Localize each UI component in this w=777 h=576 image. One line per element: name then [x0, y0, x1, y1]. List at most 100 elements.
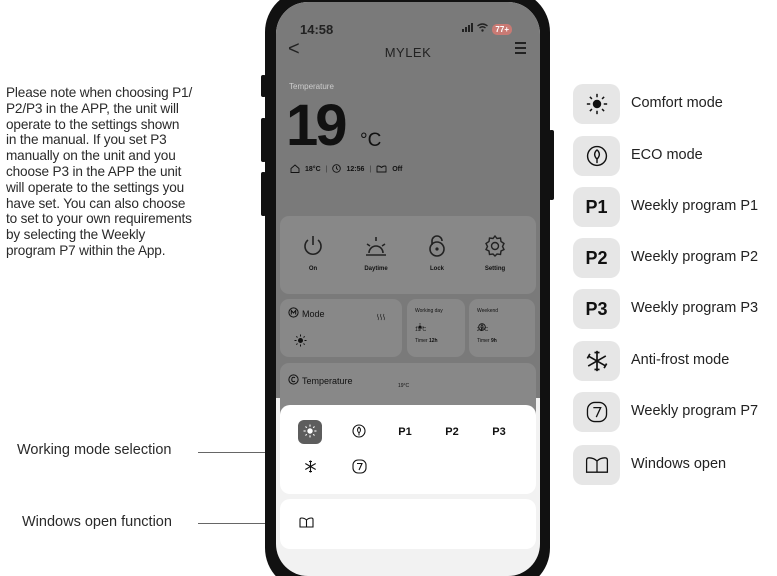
lock-control[interactable]: Lock	[412, 234, 462, 272]
phone-side-button	[549, 130, 554, 200]
temperature-card-value: 19°C	[398, 383, 410, 389]
legend-label: ECO mode	[631, 147, 703, 163]
seven-icon	[573, 392, 620, 432]
lock-icon	[412, 234, 462, 258]
weekend-temp: 21°C	[477, 327, 489, 333]
weekend-title: Weekend	[477, 308, 499, 314]
legend-label: Weekly program P1	[631, 198, 759, 214]
note-line: by selecting the Weekly	[6, 227, 146, 243]
legend-p7: Weekly program P7	[573, 392, 773, 432]
sun-icon	[303, 424, 317, 441]
note-line: in the manual. If you set P3	[6, 132, 167, 148]
p1-icon: P1	[573, 187, 620, 227]
working-day-timer: Timer 12h	[415, 338, 438, 345]
windows-open-button[interactable]	[294, 512, 318, 536]
weekend-card[interactable]: Weekend 21°C Timer 9h	[469, 299, 535, 357]
phone-side-button	[261, 172, 266, 216]
daytime-control[interactable]: Daytime	[351, 234, 401, 272]
p2-icon: P2	[573, 238, 620, 278]
legend-label: Weekly program P3	[631, 300, 759, 316]
p3-icon: P3	[573, 289, 620, 329]
timer-value: 12h	[428, 338, 438, 344]
legend-label: Weekly program P2	[631, 249, 759, 265]
sun-icon	[294, 334, 307, 352]
note-line: Please note when choosing P1/	[6, 85, 193, 100]
note-line: to set to your own requirements	[6, 211, 192, 227]
p3-mode-button[interactable]: P3	[487, 420, 511, 444]
eco-mode-button[interactable]	[347, 420, 371, 444]
note-line: operate to the settings shown	[6, 116, 180, 132]
gear-icon	[470, 234, 520, 258]
callout-windows-open: Windows open function	[22, 514, 172, 530]
temperature-card-label: Temperature	[302, 375, 353, 386]
timer-value: 9h	[490, 338, 497, 344]
app-screen: 14:58 77+ < MYLEK Temperature 19 °C 18°C…	[276, 2, 540, 576]
legend-p3: P3 Weekly program P3	[573, 289, 773, 329]
home-icon	[290, 164, 300, 175]
mode-selection-panel: P1 P2 P3	[280, 405, 536, 494]
mode-card[interactable]: Mode	[280, 299, 402, 357]
clock-icon	[332, 164, 342, 175]
separator: |	[369, 166, 372, 173]
signal-icon	[462, 23, 474, 35]
window-icon	[573, 445, 620, 485]
working-day-card[interactable]: Working day 19°C Timer 12h	[407, 299, 465, 357]
info-row: 18°C | 12:56 | Off	[290, 164, 402, 175]
window-status: Off	[392, 166, 403, 173]
room-temperature: 18°C	[305, 166, 321, 173]
snowflake-icon	[304, 460, 317, 476]
p2-mode-button[interactable]: P2	[440, 420, 464, 444]
p1-mode-button[interactable]: P1	[393, 420, 417, 444]
leaf-icon	[352, 423, 366, 441]
temperature-card-title: Temperature	[288, 374, 353, 387]
mode-title: Mode	[288, 307, 325, 320]
app-title: MYLEK	[384, 45, 432, 60]
battery-icon: 77+	[492, 23, 512, 35]
timer-label: Timer	[477, 338, 490, 344]
legend-p1: P1 Weekly program P1	[573, 187, 773, 227]
heat-icon	[376, 308, 386, 326]
p7-mode-button[interactable]	[347, 456, 371, 480]
wifi-icon	[477, 23, 489, 35]
note-line: program P7 within the App.	[6, 242, 166, 258]
status-time: 14:58	[300, 22, 334, 37]
comfort-mode-button[interactable]	[298, 420, 322, 444]
thermometer-icon	[288, 374, 299, 387]
setting-control[interactable]: Setting	[470, 234, 520, 272]
antifrost-mode-button[interactable]	[298, 456, 322, 480]
legend-label: Anti-frost mode	[631, 352, 730, 368]
on-control[interactable]: On	[288, 234, 338, 272]
menu-icon[interactable]	[515, 42, 526, 57]
timer-value: 12:56	[346, 166, 365, 173]
sun-icon	[573, 84, 620, 124]
windows-open-panel	[280, 499, 536, 549]
legend-p2: P2 Weekly program P2	[573, 238, 773, 278]
window-icon	[376, 165, 387, 175]
working-day-title: Working day	[415, 308, 443, 314]
setting-label: Setting	[484, 266, 506, 272]
temperature-label: Temperature	[289, 82, 334, 91]
callout-working-mode: Working mode selection	[17, 442, 172, 458]
weekend-timer: Timer 9h	[477, 338, 497, 345]
snowflake-icon	[573, 341, 620, 381]
legend-label: Weekly program P7	[631, 403, 759, 419]
legend-comfort: Comfort mode	[573, 84, 773, 124]
on-label: On	[308, 266, 318, 272]
leaf-icon	[573, 136, 620, 176]
phone-side-button	[261, 118, 266, 162]
legend-antifrost: Anti-frost mode	[573, 341, 773, 381]
dimmed-overlay: 14:58 77+ < MYLEK Temperature 19 °C 18°C…	[276, 2, 540, 423]
temperature-unit: °C	[360, 130, 382, 151]
note-line: manually on the unit and you	[6, 148, 176, 164]
daytime-label: Daytime	[364, 266, 388, 272]
lock-label: Lock	[429, 266, 444, 272]
sunrise-icon	[351, 234, 401, 258]
mode-m-icon	[288, 307, 299, 320]
explanatory-note: Please note when choosing P1/ P2/P3 in t…	[6, 85, 238, 259]
working-day-temp: 19°C	[415, 327, 427, 333]
timer-label: Timer	[415, 338, 428, 344]
legend-label: Comfort mode	[631, 95, 723, 111]
legend-windows-open: Windows open	[573, 445, 773, 485]
window-icon	[298, 517, 314, 531]
temperature-value: 19	[286, 93, 347, 158]
